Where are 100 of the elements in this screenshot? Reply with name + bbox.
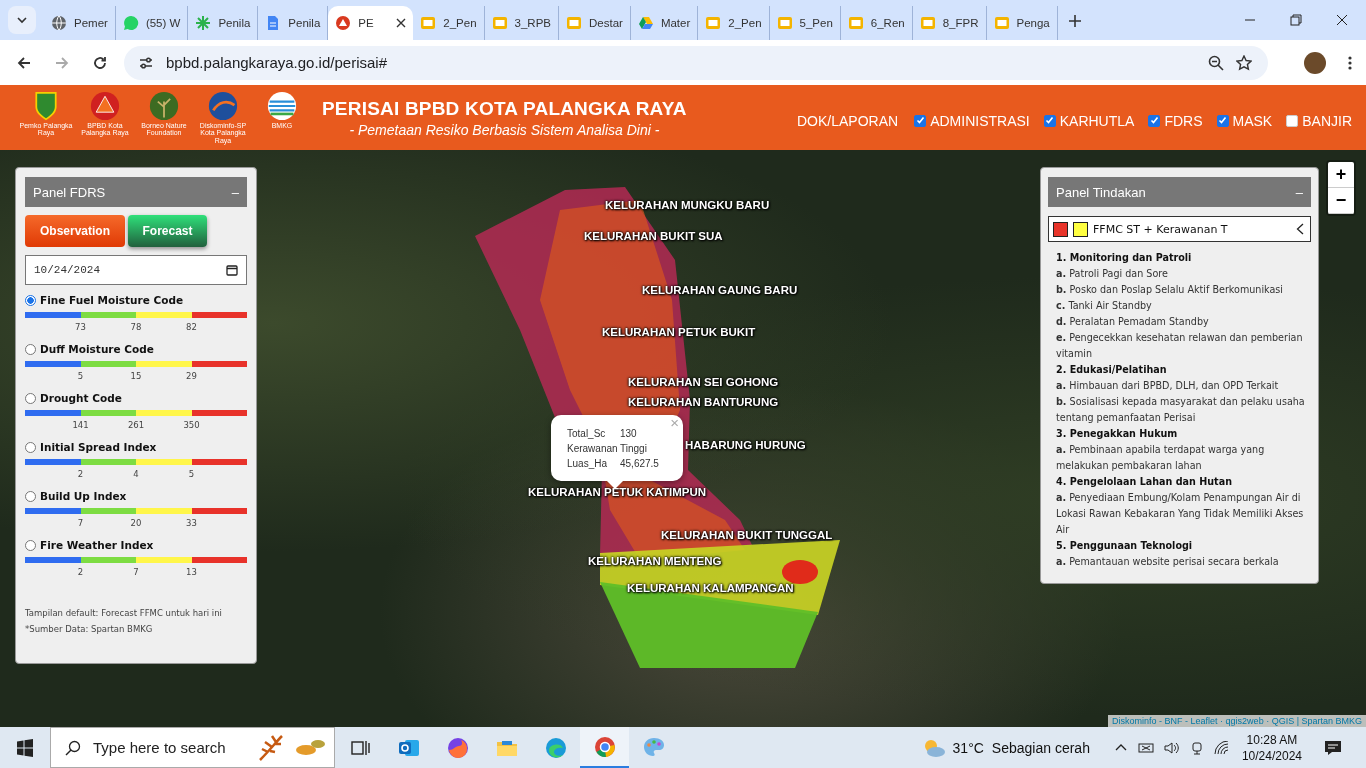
zoom-out-button[interactable]: − bbox=[1328, 188, 1354, 214]
panel-note: *Sumber Data: Spartan BMKG bbox=[25, 623, 154, 636]
logo-icon bbox=[206, 90, 240, 121]
action-item: e. Pengecekkan kesehatan relawan dan pemberian vitamin bbox=[1056, 331, 1304, 361]
area-label: KELURAHAN MUNGKU BARU bbox=[605, 199, 770, 211]
new-tab-icon[interactable] bbox=[1067, 14, 1082, 28]
layer-checkbox[interactable] bbox=[1043, 114, 1056, 127]
layer-checkbox[interactable] bbox=[1286, 114, 1299, 127]
layer-checkbox[interactable] bbox=[1148, 114, 1161, 127]
mode-button[interactable]: Observation bbox=[25, 215, 125, 247]
layer-label: BANJIR bbox=[1302, 112, 1352, 129]
site-subtitle: - Pemetaan Resiko Berbasis Sistem Analisa Dini - bbox=[349, 121, 660, 138]
fox-browser-icon bbox=[445, 735, 470, 760]
layer-checkbox[interactable] bbox=[1216, 114, 1229, 127]
profile-avatar[interactable] bbox=[1304, 51, 1326, 74]
back-arrow-icon[interactable] bbox=[16, 54, 32, 71]
action-item: a. Pembinaan apabila terdapat warga yang melakukan pembakaran lahan bbox=[1056, 443, 1266, 473]
attribute-value: 45,627.5 bbox=[620, 457, 659, 471]
wave-browser-icon bbox=[543, 735, 568, 760]
slides-icon bbox=[847, 15, 864, 31]
attribute-name: Total_Sc bbox=[567, 427, 607, 441]
threshold-value: 261 bbox=[126, 420, 146, 432]
wifi-icon[interactable] bbox=[1213, 740, 1230, 755]
logo-icon bbox=[88, 90, 122, 121]
nav-link[interactable]: DOK/LAPORAN bbox=[797, 112, 899, 129]
satellite-map[interactable] bbox=[0, 150, 1366, 727]
index-radio[interactable] bbox=[25, 343, 36, 355]
speaker-icon[interactable] bbox=[1163, 740, 1180, 755]
panel-title: Panel FDRS bbox=[33, 184, 106, 200]
action-item: a. Patroli Pagi dan Sore bbox=[1056, 267, 1169, 281]
network-icon[interactable] bbox=[1137, 740, 1154, 755]
attribute-value: Tinggi bbox=[620, 442, 647, 456]
logo-icon bbox=[147, 90, 181, 121]
site-settings-icon[interactable] bbox=[138, 54, 154, 71]
slides-icon bbox=[993, 15, 1010, 31]
address-bar[interactable]: bpbd.palangkaraya.go.id/perisai# bbox=[124, 45, 1268, 80]
webcam-icon[interactable] bbox=[1189, 740, 1204, 755]
legend-selector[interactable]: FFMC ST + Kerawanan T bbox=[1048, 216, 1311, 242]
search-icon bbox=[65, 739, 81, 756]
collapse-button[interactable]: – bbox=[231, 184, 239, 200]
start-button[interactable] bbox=[16, 738, 34, 757]
collapse-button[interactable]: – bbox=[1295, 184, 1303, 200]
index-name: Build Up Index bbox=[40, 490, 127, 502]
site-title: PERISAI BPBD KOTA PALANGKA RAYA bbox=[322, 97, 687, 120]
browser-tab[interactable]: PE bbox=[328, 6, 414, 40]
taskbar-app[interactable] bbox=[580, 727, 629, 768]
threshold-value: 13 bbox=[185, 567, 198, 579]
threshold-value: 7 bbox=[132, 567, 140, 579]
tab-search-button[interactable] bbox=[8, 6, 36, 34]
taskbar-search-field[interactable]: Type here to search bbox=[50, 727, 335, 768]
index-radio[interactable] bbox=[25, 294, 36, 306]
action-heading: 5. Penggunaan Teknologi bbox=[1056, 539, 1194, 553]
action-heading: 2. Edukasi/Pelatihan bbox=[1056, 363, 1168, 377]
layer-label: FDRS bbox=[1164, 112, 1203, 129]
reload-icon[interactable] bbox=[92, 54, 108, 71]
area-label: KELURAHAN GAUNG BARU bbox=[642, 284, 798, 296]
slides-icon bbox=[420, 15, 437, 31]
slides-icon bbox=[566, 15, 582, 31]
attribute-value: 130 bbox=[620, 427, 637, 441]
index-radio[interactable] bbox=[25, 539, 36, 551]
close-icon[interactable] bbox=[396, 18, 407, 28]
chevron-left-icon bbox=[1296, 223, 1304, 235]
threshold-value: 5 bbox=[187, 469, 196, 481]
chevron-down-icon bbox=[16, 14, 28, 26]
index-radio[interactable] bbox=[25, 392, 36, 404]
action-item: d. Peralatan Pemadam Standby bbox=[1056, 315, 1210, 329]
clock-date: 10/24/2024 bbox=[1241, 747, 1302, 764]
layer-checkbox[interactable] bbox=[914, 114, 927, 127]
action-heading: 4. Pengelolaan Lahan dan Hutan bbox=[1056, 475, 1233, 489]
threshold-value: 141 bbox=[71, 420, 90, 432]
action-item: a. Himbauan dari BPBD, DLH, dan OPD Terkait bbox=[1056, 379, 1280, 393]
zoom-icon[interactable] bbox=[1208, 54, 1224, 71]
threshold-value: 2 bbox=[76, 567, 85, 579]
star-icon[interactable] bbox=[1236, 54, 1252, 71]
threshold-value: 4 bbox=[132, 469, 140, 481]
logo-icon bbox=[265, 90, 299, 121]
index-radio[interactable] bbox=[25, 490, 36, 502]
restore-icon[interactable] bbox=[1290, 14, 1302, 26]
calendar-icon[interactable] bbox=[226, 264, 238, 276]
action-heading: 1. Monitoring dan Patroli bbox=[1056, 251, 1193, 265]
chat-bubble-icon bbox=[122, 15, 139, 31]
index-name: Duff Moisture Code bbox=[40, 343, 154, 355]
action-item: a. Penyediaan Embung/Kolam Penampungan Air di Lokasi Rawan Kebakaran Yang Tidak Memiliki Akses Air bbox=[1056, 491, 1305, 537]
layer-label: KARHUTLA bbox=[1059, 112, 1135, 129]
index-radio[interactable] bbox=[25, 441, 36, 453]
date-input[interactable]: 10/24/2024 bbox=[25, 255, 247, 285]
notification-icon[interactable] bbox=[1324, 739, 1342, 756]
area-label: KELURAHAN BUKIT TUNGGAL bbox=[661, 529, 833, 541]
threshold-value: 33 bbox=[185, 518, 198, 530]
close-icon[interactable] bbox=[1336, 14, 1348, 26]
area-label: KELURAHAN KALAMPANGAN bbox=[627, 582, 794, 594]
slides-icon bbox=[776, 15, 793, 31]
menu-icon[interactable] bbox=[1348, 54, 1352, 71]
threshold-value: 20 bbox=[129, 518, 143, 530]
attribute-name: Luas_Ha bbox=[567, 457, 609, 471]
area-label: KELURAHAN PETUK BUKIT bbox=[602, 326, 756, 338]
threshold-value: 73 bbox=[74, 322, 87, 334]
zoom-in-button[interactable]: + bbox=[1328, 162, 1354, 188]
action-item: c. Tanki Air Standby bbox=[1056, 299, 1153, 313]
layer-label: MASK bbox=[1232, 112, 1273, 129]
